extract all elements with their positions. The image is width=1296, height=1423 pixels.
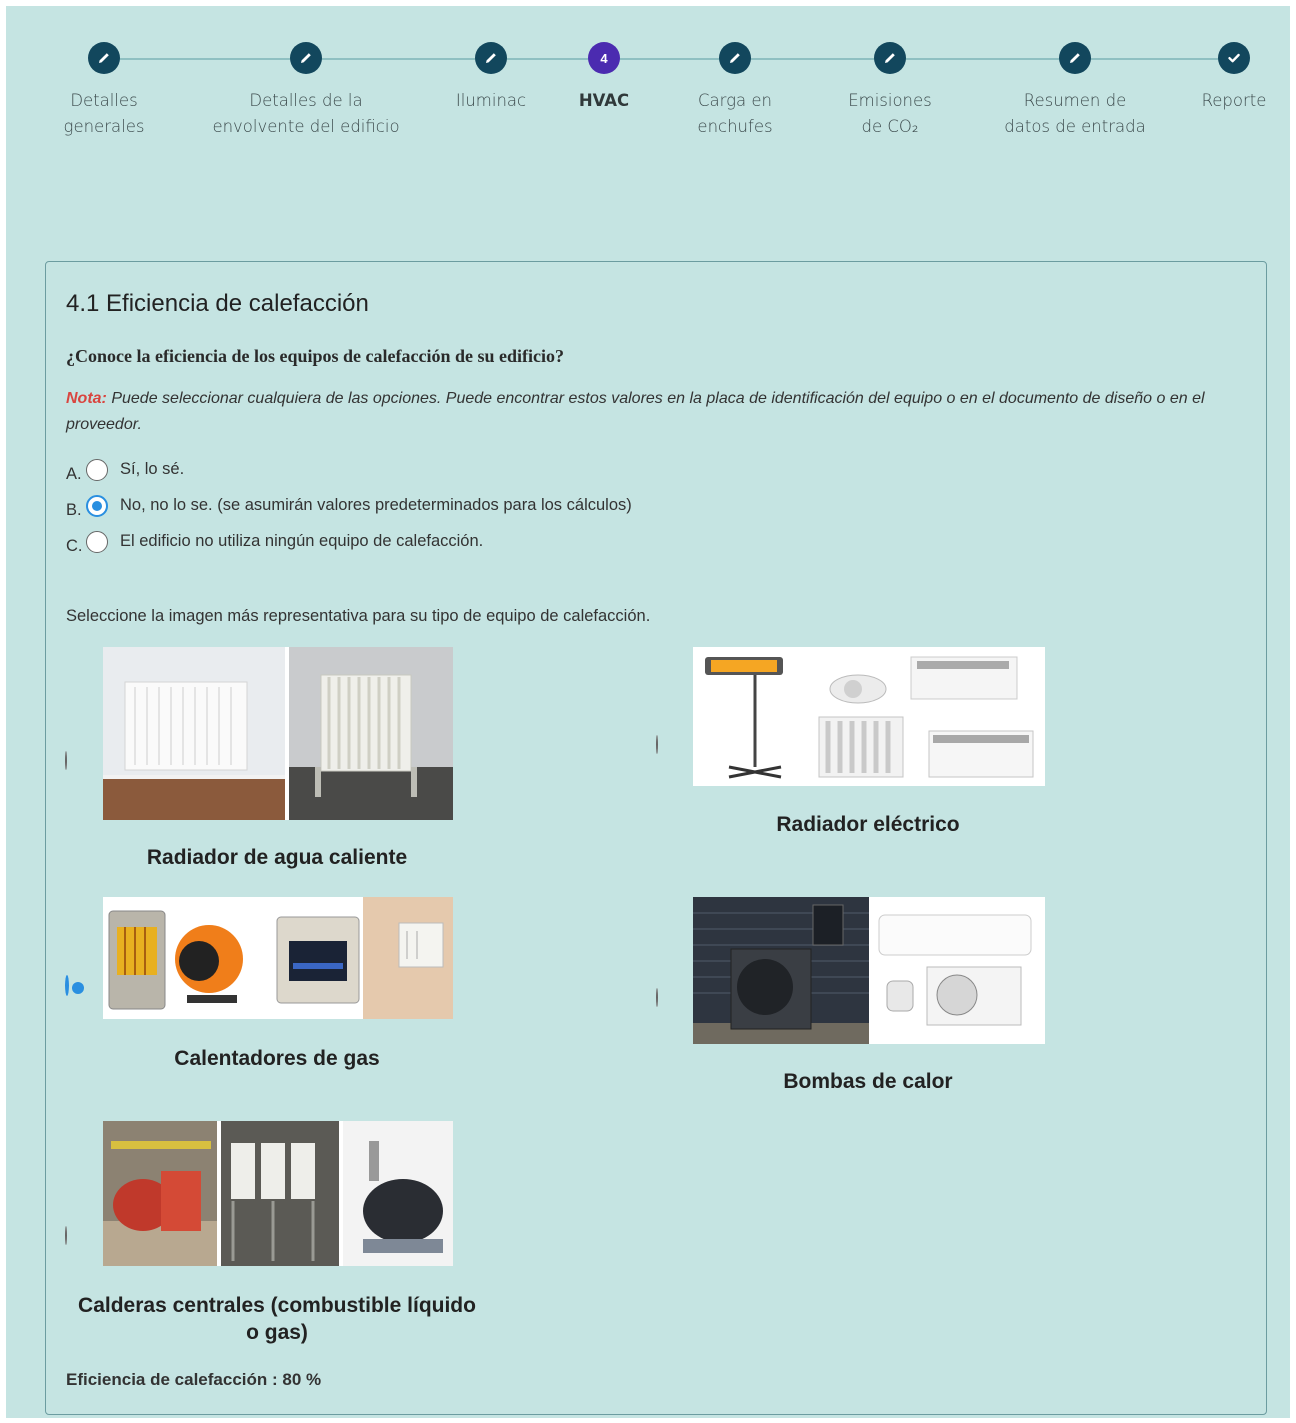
option-a[interactable]: A. Sí, lo sé. [66,455,184,484]
step-detalles-generales[interactable]: Detalles generales [4,42,204,140]
pencil-icon [88,42,120,74]
pencil-icon [874,42,906,74]
question-text: ¿Conoce la eficiencia de los equipos de … [66,346,564,366]
radio-circle[interactable] [656,735,658,754]
option-letter: C. [66,537,83,555]
equipment-caption: Bombas de calor [783,1070,953,1093]
section-title: 4.1 Eficiencia de calefacción [66,290,369,317]
step-envolvente[interactable]: Detalles de la envolvente del edificio [206,42,406,140]
step-label: Emisiones de CO₂ [848,91,932,136]
step-emisiones[interactable]: Emisiones de CO₂ [790,42,990,140]
equipment-caption: Radiador de agua caliente [146,846,408,869]
electric-radiator-image[interactable] [693,647,1045,786]
heating-efficiency-card: 4.1 Eficiencia de calefacción ¿Conoce la… [45,261,1267,1415]
gas-heaters-image[interactable] [103,897,453,1019]
equipment-caption: Calentadores de gas [174,1047,380,1070]
pencil-icon [719,42,751,74]
radio-option-b[interactable] [86,494,108,517]
equipment-caption: Calderas centrales (combustible líquido … [78,1294,476,1344]
central-boilers-image[interactable] [103,1121,453,1266]
pencil-icon [290,42,322,74]
radio-circle[interactable] [65,975,69,996]
pencil-icon [1059,42,1091,74]
step-label: Detalles generales [63,91,145,136]
step-label: Detalles de la envolvente del edificio [212,91,400,136]
note-body: Puede seleccionar cualquiera de las opci… [66,390,1205,433]
step-label: Reporte [1201,91,1267,110]
option-b[interactable]: B. No, no lo se. (se asumirán valores pr… [66,491,632,520]
radio-circle[interactable] [65,751,67,770]
radio-calentadores-gas[interactable] [65,975,91,1003]
option-c[interactable]: C. El edificio no utiliza ningún equipo … [66,527,483,556]
option-label: El edificio no utiliza ningún equipo de … [120,532,484,550]
step-reporte[interactable]: Reporte [1134,42,1296,114]
step-number-badge: 4 [588,42,620,74]
equipment-prompt: Seleccione la imagen más representativa … [66,607,651,625]
option-label: No, no lo se. (se asumirán valores prede… [120,496,632,514]
pencil-icon [475,42,507,74]
app-frame: Detalles generales Detalles de la envolv… [6,6,1290,1418]
radio-option-c[interactable] [86,530,108,553]
radio-radiador-agua[interactable] [65,751,91,778]
option-letter: B. [66,501,82,519]
check-icon [1218,42,1250,74]
radio-option-a[interactable] [86,458,108,481]
option-label: Sí, lo sé. [120,460,185,478]
hot-water-radiator-image[interactable] [103,647,453,820]
efficiency-result: Eficiencia de calefacción : 80 % [66,1370,322,1389]
option-letter: A. [66,465,82,483]
radio-circle[interactable] [656,988,658,1007]
note-prefix: Nota: [66,390,107,407]
radio-circle[interactable] [65,1226,67,1245]
heat-pumps-image[interactable] [693,897,1045,1044]
radio-bombas-calor[interactable] [656,988,682,1015]
note-text: Nota: Puede seleccionar cualquiera de la… [66,386,1246,438]
progress-stepper: Detalles generales Detalles de la envolv… [6,6,1290,166]
equipment-caption: Radiador eléctrico [776,813,960,836]
radio-radiador-electrico[interactable] [656,735,682,762]
radio-calderas-centrales[interactable] [65,1226,91,1253]
